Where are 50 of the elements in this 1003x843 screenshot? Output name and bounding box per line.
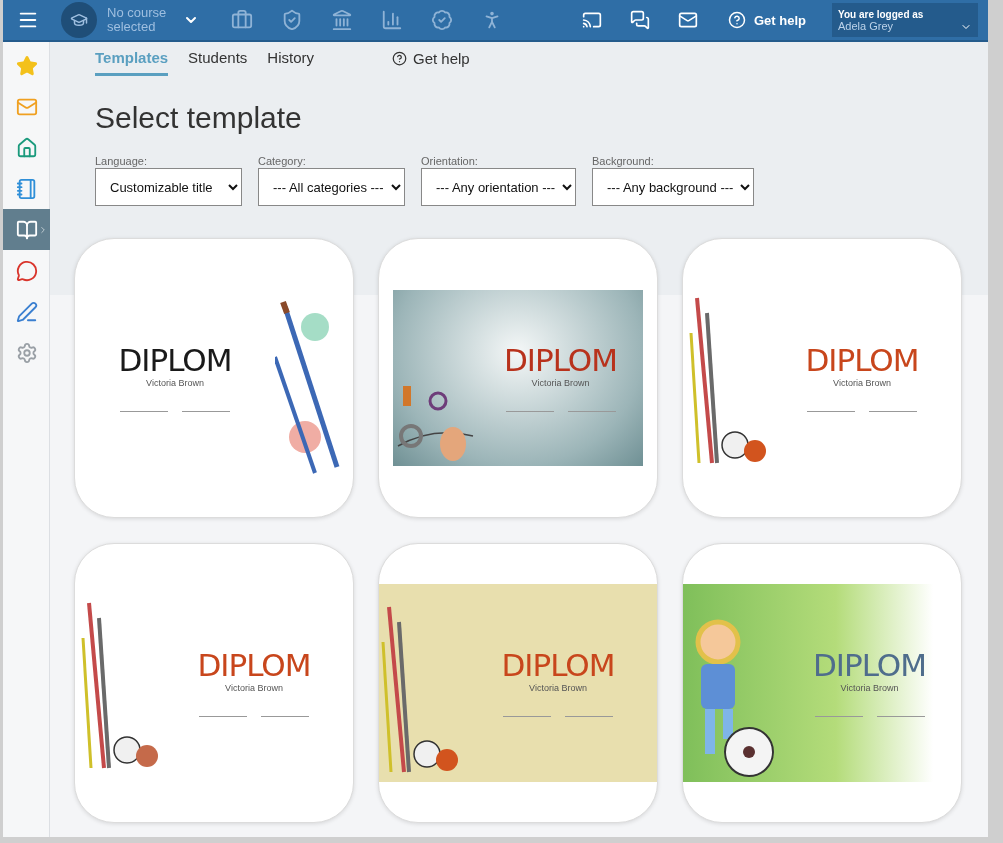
template-card[interactable]: DIPLOM Victoria Brown	[74, 238, 354, 518]
help-link[interactable]: Get help	[392, 50, 470, 76]
page-title: Select template	[95, 101, 303, 135]
recipient-name: Victoria Brown	[531, 377, 590, 388]
template-card[interactable]: DIPLOM Victoria Brown	[378, 543, 658, 823]
recipient-name: Victoria Brown	[225, 682, 283, 693]
notebook-icon	[15, 177, 38, 200]
filter-label: Orientation:	[421, 155, 479, 167]
diploma-heading: DIPLOM	[118, 344, 232, 376]
filter-dropdown[interactable]: --- Any orientation ---	[421, 168, 576, 206]
briefcase-icon[interactable]	[231, 9, 253, 31]
shield-check-icon[interactable]	[281, 9, 303, 31]
chevron-icon	[38, 224, 48, 235]
template-card[interactable]: DIPLOM Victoria Brown	[682, 238, 962, 518]
badge-icon[interactable]	[431, 9, 453, 31]
filter-dropdown[interactable]: Customizable title	[95, 168, 242, 206]
tab[interactable]: Students	[188, 45, 248, 76]
filter-dropdown[interactable]: --- All categories ---	[258, 168, 405, 206]
cast-icon[interactable]	[582, 10, 602, 30]
tab[interactable]: History	[267, 45, 314, 76]
filter-label: Language:	[95, 155, 148, 167]
diploma-heading: DIPLOM	[805, 344, 919, 376]
user-menu[interactable]: You are logged as Adela Grey	[832, 3, 978, 37]
graduation-cap-icon	[61, 2, 97, 38]
open-book-icon	[15, 218, 38, 241]
filter-label: Background:	[592, 155, 655, 167]
home-icon	[15, 136, 38, 159]
filter-label: Category:	[258, 155, 307, 167]
recipient-name: Victoria Brown	[833, 377, 891, 388]
help-button[interactable]: Get help	[722, 10, 812, 30]
bank-icon[interactable]	[331, 9, 353, 31]
filter-dropdown[interactable]: --- Any background ---	[592, 168, 754, 206]
diploma-heading: DIPLOM	[197, 649, 311, 681]
chat-bubbles-icon[interactable]	[630, 10, 650, 30]
envelope-icon[interactable]	[678, 10, 698, 30]
chat-icon	[15, 259, 38, 282]
diploma-heading: DIPLOM	[501, 649, 615, 681]
help-icon	[392, 51, 407, 66]
recipient-name: Victoria Brown	[146, 377, 204, 388]
recipient-name: Victoria Brown	[529, 682, 587, 693]
template-card[interactable]: DIPLOM Victoria Brown	[74, 543, 354, 823]
bar-chart-icon[interactable]	[381, 9, 403, 31]
template-card[interactable]: DIPLOM Victoria Brown	[378, 238, 658, 518]
sidebar-item[interactable]	[3, 209, 50, 250]
star-icon	[15, 54, 38, 77]
help-icon	[728, 11, 746, 29]
diploma-heading: DIPLOM	[504, 344, 617, 376]
pen-icon	[15, 300, 38, 323]
settings-icon	[15, 341, 38, 364]
recipient-name: Victoria Brown	[840, 682, 899, 693]
